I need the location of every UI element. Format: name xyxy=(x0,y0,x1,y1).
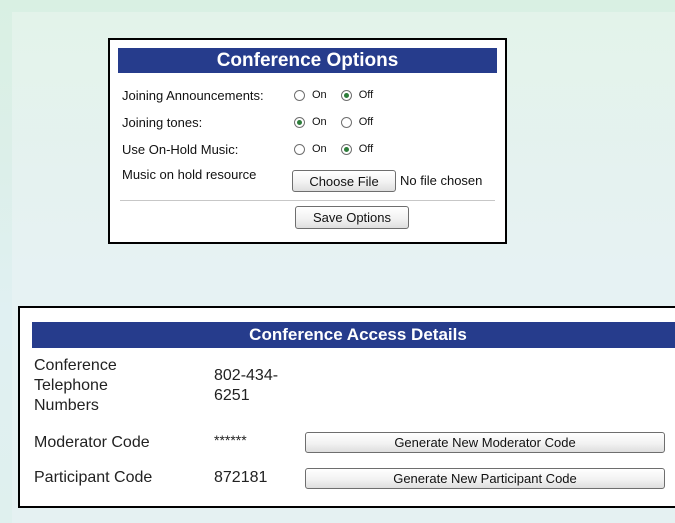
joining-announcements-off-radio[interactable] xyxy=(340,89,352,101)
joining-announcements-on-label: On xyxy=(312,89,327,101)
access-details-title: Conference Access Details xyxy=(32,322,675,348)
joining-announcements-off-label: Off xyxy=(358,89,374,101)
generate-moderator-code-button[interactable]: Generate New Moderator Code xyxy=(305,432,665,453)
telephone-number-line1: 802-434- xyxy=(214,367,279,384)
on-hold-music-on-label: On xyxy=(312,143,327,155)
telephone-label-line3: Numbers xyxy=(34,397,99,414)
joining-tones-off-label: Off xyxy=(358,116,374,128)
joining-tones-options: On Off xyxy=(294,116,387,128)
participant-code-value: 872181 xyxy=(214,469,268,486)
save-options-button[interactable]: Save Options xyxy=(295,206,409,229)
joining-tones-on-label: On xyxy=(312,116,327,128)
generate-participant-code-button[interactable]: Generate New Participant Code xyxy=(305,468,665,489)
music-resource-label: Music on hold resource xyxy=(122,167,257,182)
file-status-text: No file chosen xyxy=(400,173,483,188)
choose-file-button[interactable]: Choose File xyxy=(292,170,396,192)
joining-announcements-label: Joining Announcements: xyxy=(122,88,264,103)
conference-options-title: Conference Options xyxy=(118,48,497,73)
joining-announcements-on-radio[interactable] xyxy=(294,89,305,101)
telephone-label-line2: Telephone xyxy=(34,377,108,394)
on-hold-music-label: Use On-Hold Music: xyxy=(122,142,239,157)
on-hold-music-off-radio[interactable] xyxy=(340,143,352,155)
options-divider xyxy=(120,200,495,201)
on-hold-music-options: On Off xyxy=(294,143,387,155)
participant-code-label: Participant Code xyxy=(34,469,153,486)
joining-tones-on-radio[interactable] xyxy=(294,116,305,128)
moderator-code-value: ****** xyxy=(214,432,247,448)
conference-options-panel: Conference Options Joining Announcements… xyxy=(108,38,507,244)
telephone-label-line1: Conference xyxy=(34,357,117,374)
joining-tones-label: Joining tones: xyxy=(122,115,203,130)
joining-announcements-options: On Off xyxy=(294,89,387,101)
telephone-number-line2: 6251 xyxy=(214,387,250,404)
access-details-panel: Conference Access Details Conference Tel… xyxy=(18,306,675,508)
on-hold-music-on-radio[interactable] xyxy=(294,143,305,155)
joining-tones-off-radio[interactable] xyxy=(340,116,352,128)
moderator-code-label: Moderator Code xyxy=(34,434,150,451)
on-hold-music-off-label: Off xyxy=(358,143,374,155)
